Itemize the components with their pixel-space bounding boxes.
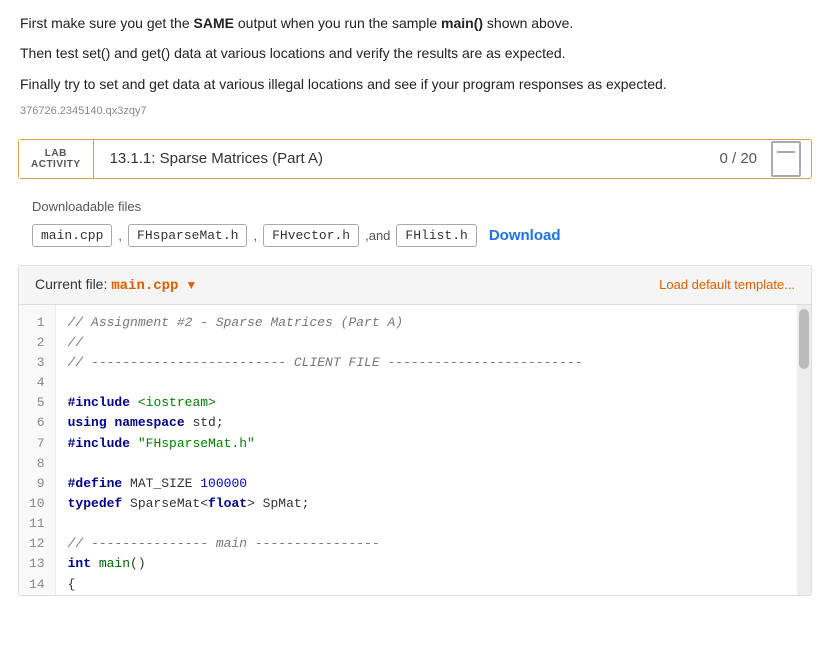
file-sep-3: ,and	[365, 228, 390, 243]
code-panel-header: Current file: main.cpp ▼ Load default te…	[19, 266, 811, 305]
line-numbers: 1 2 3 4 5 6 7 8 9 10 11 12 13 14 15 16 1…	[19, 305, 56, 595]
current-file-name[interactable]: main.cpp	[111, 278, 178, 294]
scrollbar-area[interactable]	[797, 305, 811, 595]
dropdown-arrow-icon[interactable]: ▼	[185, 278, 197, 292]
file-chip-fhvector: FHvector.h	[263, 224, 359, 247]
instruction-line-2: Then test set() and get() data at variou…	[20, 42, 810, 64]
tracking-id: 376726.2345140.qx3zqy7	[20, 103, 810, 121]
load-template-link[interactable]: Load default template...	[659, 277, 795, 292]
lab-activity-score: 0 / 20	[705, 140, 771, 177]
file-sep-2: ,	[253, 228, 257, 243]
lab-activity-label: LAB ACTIVITY	[19, 140, 94, 178]
lab-activity-title: 13.1.1: Sparse Matrices (Part A)	[94, 140, 706, 177]
download-button[interactable]: Download	[489, 227, 561, 244]
downloadable-label: Downloadable files	[32, 199, 798, 214]
instruction-line-1: First make sure you get the SAME output …	[20, 12, 810, 34]
file-chip-fhsparsemat: FHsparseMat.h	[128, 224, 247, 247]
instruction-line-3: Finally try to set and get data at vario…	[20, 73, 810, 95]
current-file-prefix: Current file:	[35, 276, 107, 292]
code-content[interactable]: // Assignment #2 - Sparse Matrices (Part…	[56, 305, 797, 595]
lab-activity-bar: LAB ACTIVITY 13.1.1: Sparse Matrices (Pa…	[18, 139, 812, 179]
lab-label-bottom: ACTIVITY	[31, 159, 81, 170]
code-editor-wrapper: 1 2 3 4 5 6 7 8 9 10 11 12 13 14 15 16 1…	[19, 305, 811, 595]
scrollbar-thumb[interactable]	[799, 309, 809, 369]
lab-label-top: LAB	[45, 148, 67, 159]
file-chip-fhlist: FHlist.h	[396, 224, 476, 247]
files-row: main.cpp , FHsparseMat.h , FHvector.h ,a…	[32, 224, 798, 247]
file-sep-1: ,	[118, 228, 122, 243]
code-panel: Current file: main.cpp ▼ Load default te…	[18, 265, 812, 596]
lab-activity-flag	[771, 141, 801, 177]
current-file-row: Current file: main.cpp ▼	[35, 276, 197, 294]
top-text-section: First make sure you get the SAME output …	[0, 0, 830, 129]
file-chip-main-cpp: main.cpp	[32, 224, 112, 247]
downloadable-section: Downloadable files main.cpp , FHsparseMa…	[18, 189, 812, 257]
